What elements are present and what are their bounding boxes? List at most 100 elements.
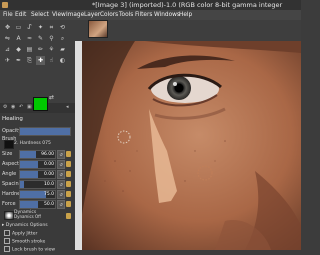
size-link-icon[interactable] — [66, 151, 71, 157]
dynamics-preview[interactable] — [4, 211, 14, 220]
brush-preview[interactable] — [4, 140, 14, 149]
toolbox: ✥ ▭ ᔑ ✦ ⌗ ⟲ ⇋ A ≈ ✎ ⚲ ⌕ ⊿ ◆ ▤ ✏ ⚘ ▰ ✈ ✒ … — [0, 20, 75, 117]
lasso-tool-icon[interactable]: ᔑ — [25, 23, 34, 32]
opacity-row: Opacity — [2, 127, 74, 136]
spacing-link-icon[interactable] — [66, 181, 71, 187]
apply-jitter-box[interactable] — [4, 230, 10, 236]
eraser-tool-icon[interactable]: ▰ — [58, 45, 67, 54]
spacing-slider[interactable]: 10.0 — [19, 180, 56, 189]
spacing-row: Spacing 10.0 ↺ — [2, 180, 74, 189]
device-status-tab-icon[interactable]: ◉ — [11, 105, 16, 110]
menu-select[interactable]: Select — [31, 10, 49, 20]
force-label: Force — [2, 201, 16, 207]
angle-reset-icon[interactable]: ↺ — [57, 170, 65, 179]
angle-label: Angle — [2, 171, 17, 177]
dodge-tool-icon[interactable]: ◐ — [58, 56, 67, 65]
force-link-icon[interactable] — [66, 201, 71, 207]
rect-select-tool-icon[interactable]: ▭ — [14, 23, 23, 32]
swap-colors-icon[interactable]: ⇄ — [49, 94, 54, 101]
lock-brush-box[interactable] — [4, 246, 10, 252]
smooth-stroke-box[interactable] — [4, 238, 10, 244]
tool-options-title: Healing — [2, 116, 23, 122]
hardness-link-icon[interactable] — [66, 191, 71, 197]
spacing-value: 10.0 — [43, 182, 54, 187]
dynamics-row: Dynamics Dynamics Off — [2, 210, 74, 220]
menu-tools[interactable]: Tools — [119, 10, 133, 20]
dynamics-options-expander[interactable]: ▸ Dynamics Options — [2, 222, 74, 230]
force-reset-icon[interactable]: ↺ — [57, 200, 65, 209]
brush-row: Brush 2. Hardness 075 — [2, 136, 74, 149]
hardness-slider[interactable]: 75.0 — [19, 190, 56, 199]
menu-file[interactable]: File — [3, 10, 13, 20]
gimp-app-icon — [2, 2, 8, 8]
ink-tool-icon[interactable]: ✒ — [14, 56, 23, 65]
size-row: Size 96.00 ↺ — [2, 150, 74, 159]
move-tool-icon[interactable]: ✥ — [3, 23, 12, 32]
dock-menu-icon[interactable]: ◂ — [66, 105, 71, 110]
dynamics-name: Dynamics Off — [14, 214, 41, 219]
apply-jitter-label: Apply Jitter — [12, 231, 38, 237]
fuzzy-select-tool-icon[interactable]: ✦ — [36, 23, 45, 32]
smooth-stroke-label: Smooth stroke — [12, 239, 46, 245]
aspect-link-icon[interactable] — [66, 161, 71, 167]
size-slider[interactable]: 96.00 — [19, 150, 56, 159]
bucket-fill-tool-icon[interactable]: ◆ — [14, 45, 23, 54]
size-label: Size — [2, 151, 13, 157]
gradient-tool-icon[interactable]: ▤ — [25, 45, 34, 54]
warp-tool-icon[interactable]: ≈ — [25, 34, 34, 43]
vertical-ruler — [75, 41, 82, 250]
lock-brush-checkbox[interactable]: Lock brush to view — [4, 246, 76, 254]
canvas-image — [75, 41, 301, 250]
tool-options-dock: ⚙ ◉ ↶ ▣ ◂ Healing Opacity Brush 2. Hardn… — [0, 103, 76, 253]
force-row: Force 50.0 ↺ — [2, 200, 74, 209]
menu-colors[interactable]: Colors — [100, 10, 118, 20]
menu-edit[interactable]: Edit — [15, 10, 26, 20]
foreground-color-swatch[interactable] — [33, 97, 48, 111]
force-slider[interactable]: 50.0 — [19, 200, 56, 209]
angle-value: 0.00 — [43, 172, 54, 177]
menu-layer[interactable]: Layer — [84, 10, 100, 20]
menu-windows[interactable]: Windows — [154, 10, 180, 20]
size-reset-icon[interactable]: ↺ — [57, 150, 65, 159]
zoom-tool-icon[interactable]: ⌕ — [58, 34, 67, 43]
aspect-reset-icon[interactable]: ↺ — [57, 160, 65, 169]
dynamics-edit-icon[interactable] — [66, 213, 71, 219]
text-tool-icon[interactable]: A — [14, 34, 23, 43]
spacing-reset-icon[interactable]: ↺ — [57, 180, 65, 189]
window-title: *[Image 3] (imported)-1.0 (RGB color 8-b… — [92, 1, 283, 9]
paths-tool-icon[interactable]: ✎ — [36, 34, 45, 43]
undo-history-tab-icon[interactable]: ↶ — [19, 105, 24, 110]
crop-tool-icon[interactable]: ⌗ — [47, 23, 56, 32]
force-value: 50.0 — [43, 202, 54, 207]
paintbrush-tool-icon[interactable]: ⚘ — [47, 45, 56, 54]
lock-brush-label: Lock brush to view — [12, 247, 56, 253]
size-value: 96.00 — [41, 152, 54, 157]
smudge-tool-icon[interactable]: ☝ — [47, 56, 56, 65]
menu-view[interactable]: View — [52, 10, 66, 20]
title-bar: *[Image 3] (imported)-1.0 (RGB color 8-b… — [0, 0, 301, 10]
airbrush-tool-icon[interactable]: ✈ — [3, 56, 12, 65]
aspect-slider[interactable]: 0.00 — [19, 160, 56, 169]
image-tab-bar — [75, 20, 301, 41]
menu-image[interactable]: Image — [66, 10, 84, 20]
apply-jitter-checkbox[interactable]: Apply Jitter — [4, 230, 76, 238]
angle-row: Angle 0.00 ↺ — [2, 170, 74, 179]
tool-options-tab-icon[interactable]: ⚙ — [3, 105, 8, 110]
image-tab-thumbnail[interactable] — [88, 20, 108, 38]
menu-filters[interactable]: Filters — [135, 10, 152, 20]
heal-tool-icon[interactable]: ✚ — [36, 56, 45, 65]
measure-tool-icon[interactable]: ⊿ — [3, 45, 12, 54]
hardness-reset-icon[interactable]: ↺ — [57, 190, 65, 199]
angle-slider[interactable]: 0.00 — [19, 170, 56, 179]
angle-link-icon[interactable] — [66, 171, 71, 177]
image-canvas[interactable] — [75, 41, 301, 250]
smooth-stroke-checkbox[interactable]: Smooth stroke — [4, 238, 76, 246]
flip-tool-icon[interactable]: ⇋ — [3, 34, 12, 43]
transform-tool-icon[interactable]: ⟲ — [58, 23, 67, 32]
pencil-tool-icon[interactable]: ✏ — [36, 45, 45, 54]
images-tab-icon[interactable]: ▣ — [27, 105, 32, 110]
clone-tool-icon[interactable]: ⎘ — [25, 56, 34, 65]
opacity-slider[interactable] — [19, 127, 71, 136]
color-picker-tool-icon[interactable]: ⚲ — [47, 34, 56, 43]
menu-help[interactable]: Help — [179, 10, 192, 20]
